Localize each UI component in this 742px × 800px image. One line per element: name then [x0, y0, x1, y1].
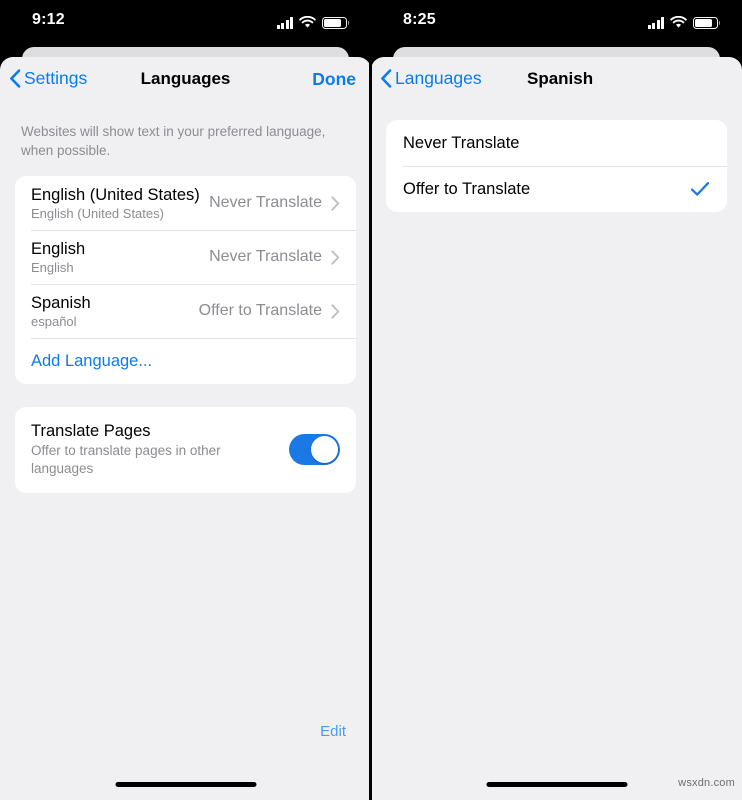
status-time: 9:12 [32, 11, 65, 28]
translate-pages-text: Translate Pages Offer to translate pages… [31, 421, 221, 478]
add-language-button[interactable]: Add Language... [15, 338, 356, 384]
translate-choice-card: Never Translate Offer to Translate [386, 120, 727, 212]
table-row[interactable]: Spanish español Offer to Translate [15, 284, 356, 338]
translate-pages-row: Translate Pages Offer to translate pages… [15, 407, 356, 493]
checkmark-icon [690, 181, 710, 197]
settings-sheet-left: Settings Languages Done Websites will sh… [0, 57, 371, 800]
add-language-label: Add Language... [31, 352, 153, 370]
language-row-value-group: Offer to Translate [199, 302, 340, 320]
language-row-text: English English [31, 239, 85, 276]
language-translate-setting: Offer to Translate [198, 302, 322, 319]
status-icon-group [647, 13, 721, 29]
status-bar-right: 8:25 [371, 0, 742, 44]
language-row-value-group: Never Translate [209, 194, 340, 212]
cellular-signal-icon [276, 17, 293, 29]
panel-divider [369, 0, 372, 800]
translate-pages-subtitle: Offer to translate pages in other langua… [31, 443, 221, 476]
chevron-right-icon [331, 195, 340, 211]
language-native-name: English (United States) [31, 205, 164, 221]
add-language-text: Add Language... [31, 351, 152, 371]
back-button-languages[interactable]: Languages [380, 68, 482, 89]
status-time: 8:25 [403, 11, 436, 28]
list-item[interactable]: Offer to Translate [386, 166, 727, 212]
battery-icon [322, 16, 350, 29]
languages-footnote: Websites will show text in your preferre… [21, 124, 326, 158]
chevron-right-icon [331, 249, 340, 265]
language-native-name: English [31, 259, 74, 275]
toggle-knob [311, 436, 338, 463]
list-item[interactable]: Never Translate [386, 120, 727, 166]
status-icon-group [276, 13, 350, 29]
language-name: Spanish [31, 293, 91, 312]
language-translate-setting: Never Translate [209, 248, 322, 265]
chevron-right-icon [331, 303, 340, 319]
settings-sheet-right: Languages Spanish Never Translate Offer … [371, 57, 742, 800]
page-title: Spanish [527, 69, 594, 88]
battery-icon [693, 16, 721, 29]
home-indicator [115, 782, 256, 787]
translate-pages-title: Translate Pages [31, 422, 151, 440]
edit-button[interactable]: Edit [320, 723, 346, 740]
wifi-icon [670, 16, 687, 29]
left-phone-screen: 9:12 Settings Languages Done Websites wi… [0, 0, 371, 800]
language-row-text: Spanish español [31, 293, 91, 330]
language-name: English [31, 239, 86, 258]
table-row[interactable]: English (United States) English (United … [15, 176, 356, 230]
right-phone-screen: 8:25 Languages Spanish Never Translate O… [371, 0, 742, 800]
table-row[interactable]: English English Never Translate [15, 230, 356, 284]
choice-label: Offer to Translate [403, 179, 531, 198]
cellular-signal-icon [647, 17, 664, 29]
language-row-text: English (United States) English (United … [31, 185, 200, 222]
status-bar-left: 9:12 [0, 0, 371, 44]
back-button-label: Languages [395, 68, 482, 88]
choice-label: Never Translate [403, 133, 520, 152]
language-list-card: English (United States) English (United … [15, 176, 356, 384]
watermark: wsxdn.com [678, 777, 735, 789]
translate-pages-card: Translate Pages Offer to translate pages… [15, 407, 356, 493]
dual-screenshot-container: 9:12 Settings Languages Done Websites wi… [0, 0, 742, 800]
translate-pages-toggle[interactable] [289, 434, 340, 465]
language-native-name: español [31, 313, 77, 329]
chevron-left-icon [380, 69, 392, 88]
nav-bar-left: Settings Languages Done [0, 57, 371, 106]
language-row-value-group: Never Translate [209, 248, 340, 266]
wifi-icon [299, 16, 316, 29]
nav-bar-right: Languages Spanish [371, 57, 742, 106]
home-indicator [486, 782, 627, 787]
done-button[interactable]: Done [312, 69, 356, 90]
language-translate-setting: Never Translate [209, 194, 322, 211]
language-name: English (United States) [31, 185, 200, 204]
